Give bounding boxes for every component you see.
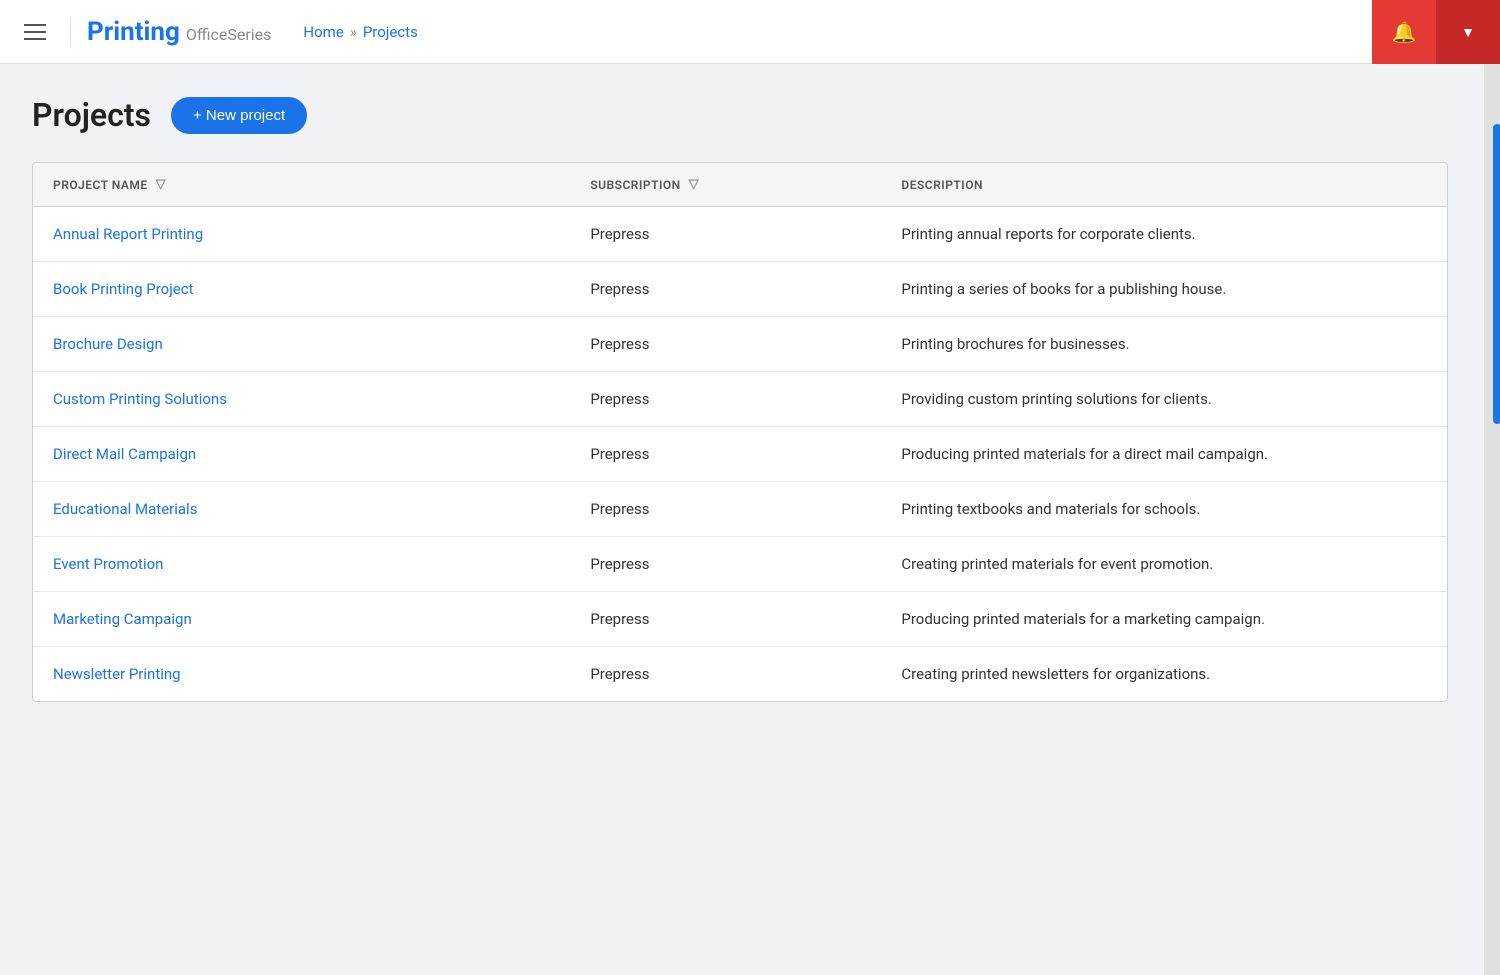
filter-icon-subscription[interactable]: ▽ bbox=[689, 177, 700, 192]
subscription-cell: Prepress bbox=[570, 317, 881, 372]
project-name-cell: Brochure Design bbox=[33, 317, 570, 372]
column-header-description: DESCRIPTION bbox=[881, 163, 1447, 207]
subscription-cell: Prepress bbox=[570, 262, 881, 317]
description-cell: Producing printed materials for a market… bbox=[881, 592, 1447, 647]
table-row: Annual Report Printing PrepressPrinting a… bbox=[33, 207, 1447, 262]
new-project-button[interactable]: + New project bbox=[171, 97, 307, 134]
subscription-cell: Prepress bbox=[570, 372, 881, 427]
project-link[interactable]: Event Promotion bbox=[53, 555, 163, 573]
description-cell: Printing annual reports for corporate cl… bbox=[881, 207, 1447, 262]
description-cell: Printing brochures for businesses. bbox=[881, 317, 1447, 372]
table-row: Direct Mail Campaign PrepressProducing pr… bbox=[33, 427, 1447, 482]
subscription-cell: Prepress bbox=[570, 482, 881, 537]
project-name-cell: Newsletter Printing bbox=[33, 647, 570, 702]
description-cell: Printing a series of books for a publish… bbox=[881, 262, 1447, 317]
subscription-cell: Prepress bbox=[570, 207, 881, 262]
table-row: Custom Printing Solutions PrepressProvidi… bbox=[33, 372, 1447, 427]
breadcrumb: Home » Projects bbox=[303, 23, 417, 41]
subscription-cell: Prepress bbox=[570, 537, 881, 592]
column-label-description: DESCRIPTION bbox=[901, 178, 983, 192]
header-actions: 🔔 ▼ bbox=[1372, 0, 1500, 63]
projects-table-container: PROJECT NAME ▽ SUBSCRIPTION ▽ DESCRIPTIO… bbox=[32, 162, 1448, 702]
table-body: Annual Report PrintingPrepressPrinting a… bbox=[33, 207, 1447, 702]
project-name-cell: Marketing Campaign bbox=[33, 592, 570, 647]
description-cell: Creating printed materials for event pro… bbox=[881, 537, 1447, 592]
breadcrumb-current: Projects bbox=[363, 23, 418, 41]
project-link[interactable]: Newsletter Printing bbox=[53, 665, 181, 683]
hamburger-button[interactable] bbox=[16, 16, 54, 48]
project-link[interactable]: Educational Materials bbox=[53, 500, 197, 518]
table-header-row: PROJECT NAME ▽ SUBSCRIPTION ▽ DESCRIPTIO… bbox=[33, 163, 1447, 207]
project-link[interactable]: Custom Printing Solutions bbox=[53, 390, 227, 408]
project-link[interactable]: Direct Mail Campaign bbox=[53, 445, 196, 463]
filter-icon-project-name[interactable]: ▽ bbox=[156, 177, 167, 192]
project-name-cell: Book Printing Project bbox=[33, 262, 570, 317]
description-cell: Creating printed newsletters for organiz… bbox=[881, 647, 1447, 702]
user-dropdown-button[interactable]: ▼ bbox=[1436, 0, 1500, 64]
scrollbar-track bbox=[1489, 64, 1495, 975]
project-name-cell: Educational Materials bbox=[33, 482, 570, 537]
logo-printing: Printing bbox=[87, 17, 180, 47]
projects-table: PROJECT NAME ▽ SUBSCRIPTION ▽ DESCRIPTIO… bbox=[33, 163, 1447, 701]
subscription-cell: Prepress bbox=[570, 592, 881, 647]
breadcrumb-home[interactable]: Home bbox=[303, 23, 343, 41]
logo-officeseries: OfficeSeries bbox=[186, 25, 272, 44]
breadcrumb-separator: » bbox=[350, 23, 357, 41]
table-row: Newsletter Printing PrepressCreating prin… bbox=[33, 647, 1447, 702]
table-row: Brochure Design PrepressPrinting brochure… bbox=[33, 317, 1447, 372]
main-content: Projects + New project PROJECT NAME ▽ SU… bbox=[0, 64, 1500, 734]
chevron-down-icon: ▼ bbox=[1461, 24, 1475, 40]
scrollbar[interactable] bbox=[1484, 64, 1500, 975]
description-cell: Producing printed materials for a direct… bbox=[881, 427, 1447, 482]
table-row: Educational Materials PrepressPrinting te… bbox=[33, 482, 1447, 537]
column-header-subscription: SUBSCRIPTION ▽ bbox=[570, 163, 881, 207]
project-link[interactable]: Annual Report Printing bbox=[53, 225, 203, 243]
project-link[interactable]: Marketing Campaign bbox=[53, 610, 192, 628]
scrollbar-thumb[interactable] bbox=[1493, 124, 1500, 424]
table-row: Marketing Campaign PrepressProducing prin… bbox=[33, 592, 1447, 647]
project-name-cell: Event Promotion bbox=[33, 537, 570, 592]
subscription-cell: Prepress bbox=[570, 427, 881, 482]
notification-button[interactable]: 🔔 bbox=[1372, 0, 1436, 64]
project-link[interactable]: Book Printing Project bbox=[53, 280, 194, 298]
logo-section: Printing OfficeSeries bbox=[70, 17, 271, 47]
app-header: Printing OfficeSeries Home » Projects 🔔 … bbox=[0, 0, 1500, 64]
column-label-subscription: SUBSCRIPTION bbox=[590, 178, 680, 192]
description-cell: Printing textbooks and materials for sch… bbox=[881, 482, 1447, 537]
page-header: Projects + New project bbox=[32, 96, 1468, 134]
subscription-cell: Prepress bbox=[570, 647, 881, 702]
project-name-cell: Custom Printing Solutions bbox=[33, 372, 570, 427]
column-label-project-name: PROJECT NAME bbox=[53, 178, 148, 192]
project-name-cell: Direct Mail Campaign bbox=[33, 427, 570, 482]
column-header-project-name: PROJECT NAME ▽ bbox=[33, 163, 570, 207]
table-row: Book Printing Project PrepressPrinting a … bbox=[33, 262, 1447, 317]
project-link[interactable]: Brochure Design bbox=[53, 335, 163, 353]
description-cell: Providing custom printing solutions for … bbox=[881, 372, 1447, 427]
bell-icon: 🔔 bbox=[1392, 20, 1417, 45]
table-row: Event Promotion PrepressCreating printed … bbox=[33, 537, 1447, 592]
page-title: Projects bbox=[32, 96, 151, 134]
project-name-cell: Annual Report Printing bbox=[33, 207, 570, 262]
